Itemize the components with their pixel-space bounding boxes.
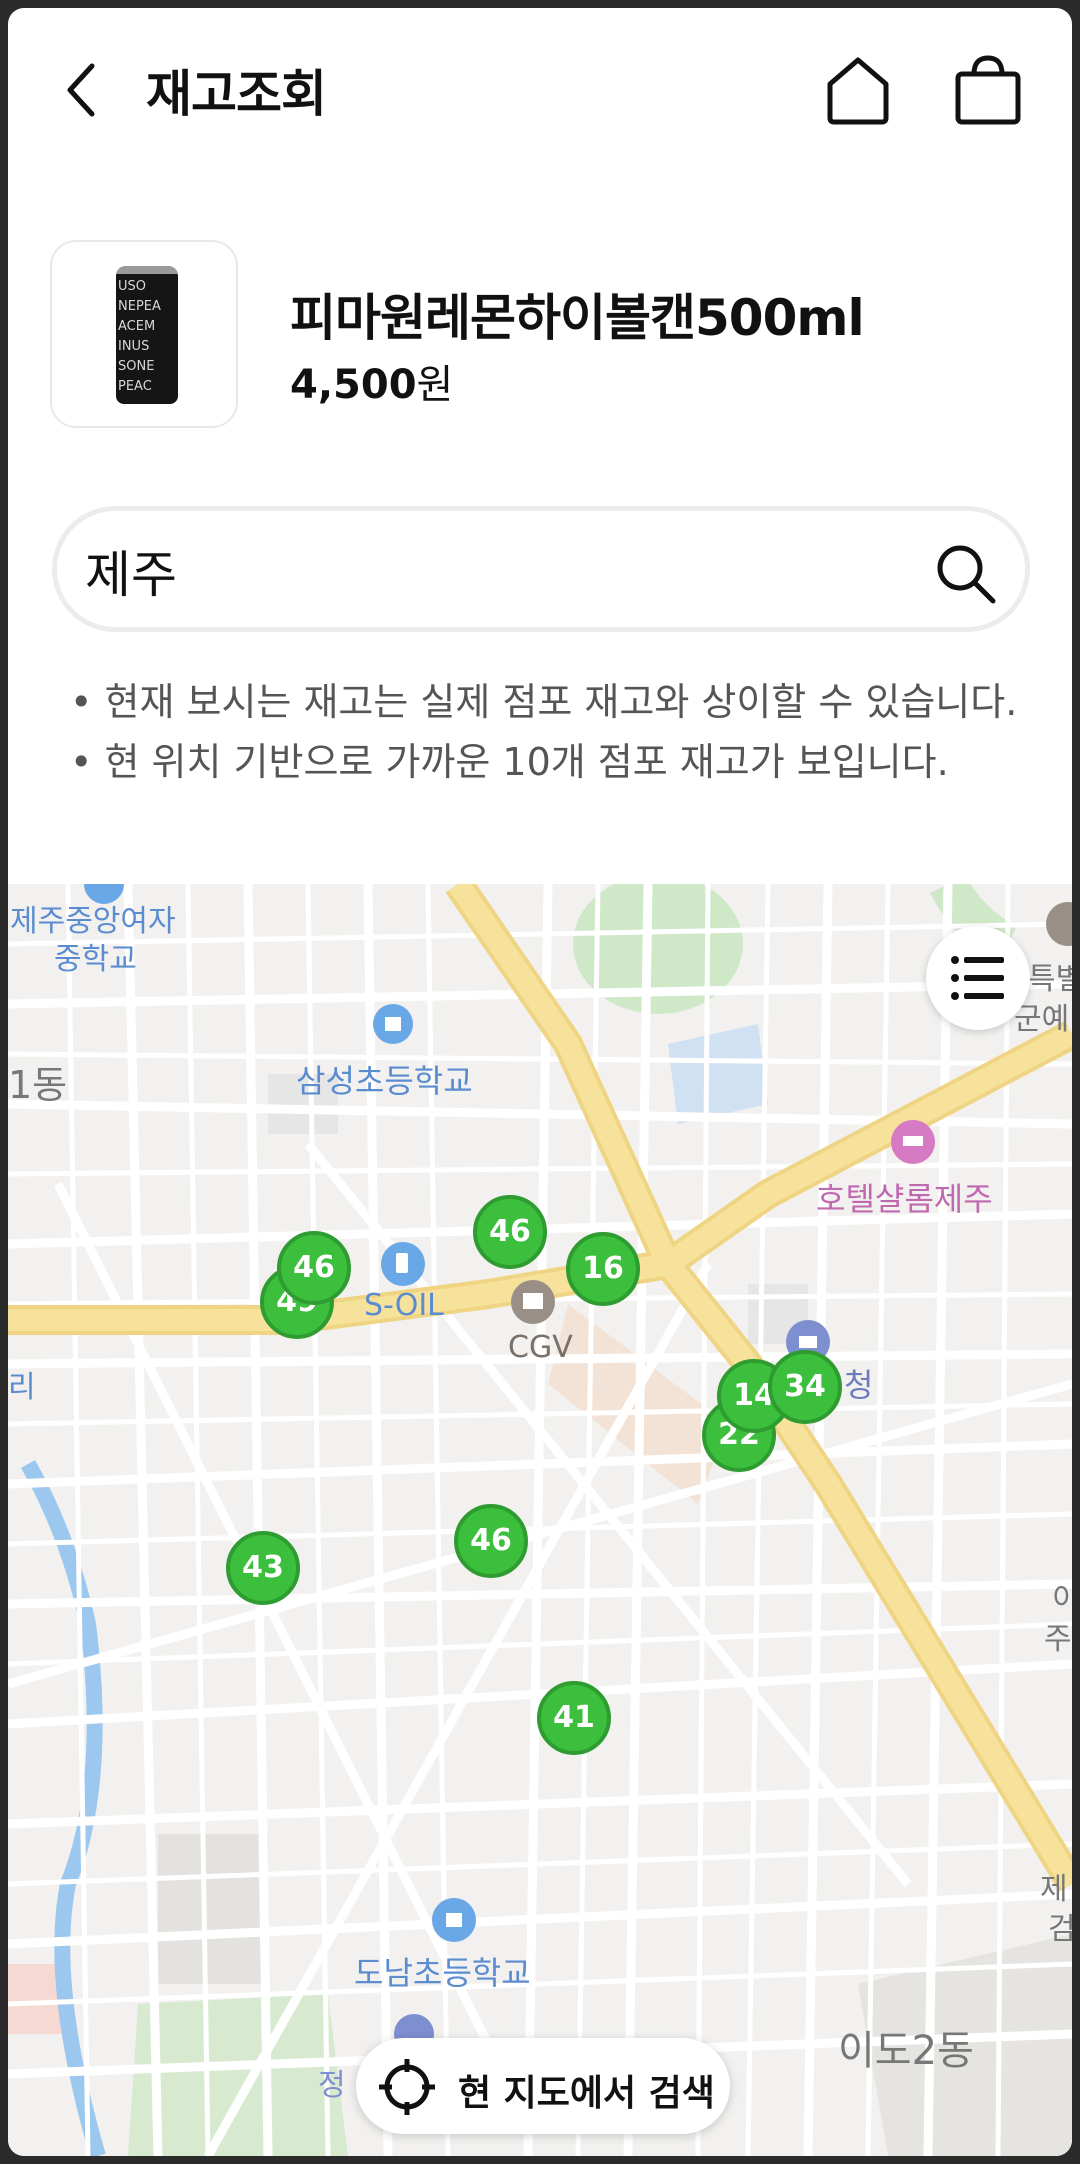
price-value: 4,500 bbox=[290, 362, 417, 408]
crosshair-icon bbox=[379, 2059, 435, 2115]
store-map[interactable]: 제주중앙여자 중학교 1동 삼성초등학교 호텔샬롬제주 S-OIL CGV 청 … bbox=[8, 884, 1072, 2156]
map-base bbox=[8, 884, 1072, 2156]
page-title: 재고조회 bbox=[146, 65, 327, 123]
store-marker[interactable]: 46 bbox=[473, 1195, 547, 1269]
shopping-bag-icon bbox=[955, 55, 1021, 125]
store-marker[interactable]: 16 bbox=[566, 1232, 640, 1306]
home-button[interactable] bbox=[820, 52, 896, 128]
store-marker[interactable]: 46 bbox=[454, 1504, 528, 1578]
store-search-box bbox=[52, 506, 1030, 632]
store-marker[interactable]: 43 bbox=[226, 1531, 300, 1605]
note-2: • 현 위치 기반으로 가까운 10개 점포 재고가 보입니다. bbox=[70, 740, 949, 784]
product-name: 피마원레몬하이볼캔500ml bbox=[290, 289, 865, 347]
map-label: 제 bbox=[1040, 1872, 1068, 1907]
map-label: 중학교 bbox=[54, 942, 137, 977]
map-label: 도남초등학교 bbox=[354, 1954, 531, 1992]
chevron-left-icon bbox=[67, 63, 95, 117]
map-label: S-OIL bbox=[364, 1288, 444, 1323]
map-label: 청 bbox=[844, 1366, 874, 1404]
list-icon bbox=[951, 956, 1004, 1000]
search-button[interactable] bbox=[933, 541, 999, 607]
store-marker[interactable]: 34 bbox=[768, 1350, 842, 1424]
search-this-area-button[interactable]: 현 지도에서 검색 bbox=[356, 2038, 730, 2134]
map-label: 이도2동 bbox=[838, 2028, 974, 2074]
store-marker[interactable]: 41 bbox=[537, 1681, 611, 1755]
store-marker[interactable]: 46 bbox=[277, 1231, 351, 1305]
can-image: USO NEPEA ACEM INUS SONE PEAC bbox=[116, 266, 178, 404]
map-label: 특별 bbox=[1028, 962, 1072, 997]
map-label: 정 bbox=[318, 2068, 346, 2103]
map-label: 이 bbox=[1052, 1582, 1072, 1617]
cart-button[interactable] bbox=[950, 52, 1026, 128]
map-label: 삼성초등학교 bbox=[296, 1062, 473, 1100]
can-text: USO bbox=[118, 279, 146, 294]
can-text: INUS bbox=[118, 339, 150, 354]
price-unit: 원 bbox=[416, 362, 454, 408]
can-text: ACEM bbox=[118, 319, 156, 334]
back-button[interactable] bbox=[54, 60, 114, 120]
map-label: 검 bbox=[1048, 1912, 1072, 1947]
store-list-button[interactable] bbox=[926, 926, 1030, 1030]
header: 재고조회 bbox=[8, 8, 1072, 168]
home-icon bbox=[827, 57, 889, 125]
map-label: CGV bbox=[508, 1330, 573, 1365]
map-label: 리 bbox=[8, 1370, 36, 1405]
inventory-notes: • 현재 보시는 재고는 실제 점포 재고와 상이할 수 있습니다. • 현 위… bbox=[70, 672, 1030, 792]
can-text: SONE bbox=[118, 359, 155, 374]
app-frame: 재고조회 USO NEPEA ACEM INUS SONE PEAC 피마원레몬… bbox=[8, 8, 1072, 2156]
product-price: 4,500원 bbox=[290, 352, 453, 410]
map-label: 1동 bbox=[8, 1063, 68, 1107]
map-label: 호텔샬롬제주 bbox=[816, 1180, 993, 1218]
product-image: USO NEPEA ACEM INUS SONE PEAC bbox=[50, 240, 238, 428]
search-input[interactable] bbox=[85, 541, 865, 601]
note-1: • 현재 보시는 재고는 실제 점포 재고와 상이할 수 있습니다. bbox=[70, 680, 1018, 724]
search-this-area-label: 현 지도에서 검색 bbox=[458, 2073, 715, 2114]
can-text: PEAC bbox=[118, 379, 152, 394]
map-label: 주 bbox=[1044, 1622, 1072, 1657]
search-icon bbox=[937, 545, 996, 604]
can-text: NEPEA bbox=[118, 299, 161, 314]
